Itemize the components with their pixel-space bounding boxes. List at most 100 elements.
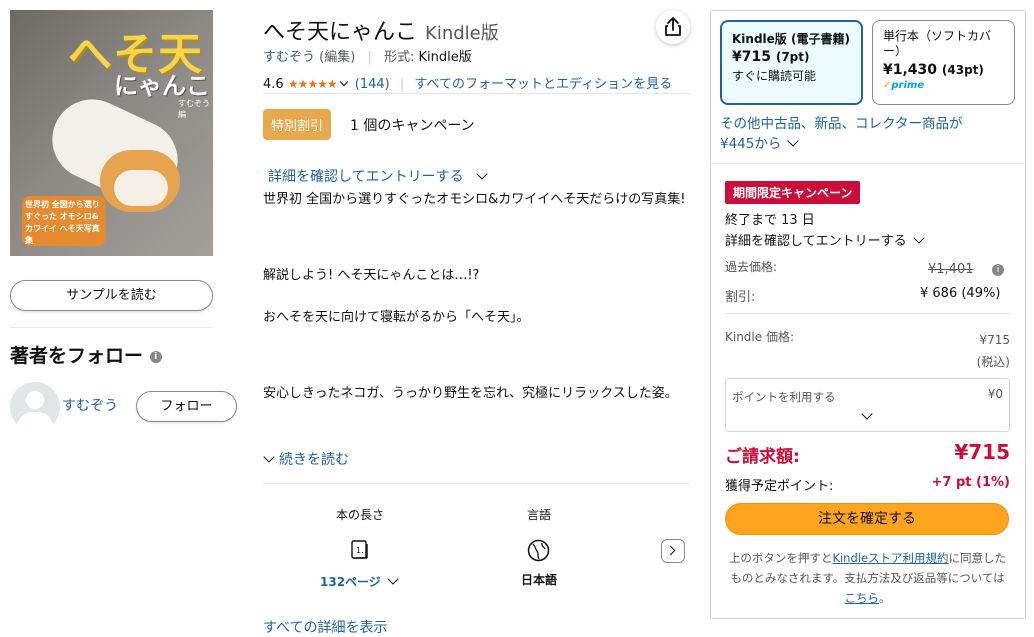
- kindle-price-label: Kindle 価格:: [725, 330, 795, 344]
- terms-text-1: 上のボタンを押すと: [728, 551, 833, 565]
- rating-separator: |: [399, 77, 405, 92]
- earn-points-label: 獲得予定ポイント:: [725, 479, 834, 494]
- attr-length-label: 本の長さ: [335, 508, 384, 522]
- kindle-terms-link[interactable]: Kindleストア利用規約: [832, 551, 948, 565]
- total-value: ¥715: [954, 440, 1010, 464]
- chevron-down-icon[interactable]: [339, 77, 348, 87]
- cover-author: すむぞう 編: [178, 99, 210, 119]
- byline-separator: |: [367, 50, 372, 65]
- campaign-count: 1 個のキャンペーン: [350, 118, 475, 134]
- info-icon[interactable]: i: [992, 264, 1004, 276]
- points-use-dropdown[interactable]: ポイントを利用する ¥0: [725, 378, 1010, 432]
- read-more-toggle[interactable]: 続きを読む: [263, 449, 349, 469]
- divider: [263, 483, 690, 484]
- points-use-label: ポイントを利用する: [732, 390, 836, 404]
- page-count-link[interactable]: 132ページ: [320, 575, 381, 589]
- tax-note: (税込): [976, 355, 1010, 369]
- terms-text-3: 。: [879, 591, 891, 605]
- kindle-price-value: ¥715: [979, 333, 1010, 347]
- discount-value: ¥ 686 (49%): [920, 286, 1001, 301]
- desc-paragraph: おへそを天に向けて寝転がるから「へそ天」。: [263, 310, 530, 325]
- avatar-head-shape: [26, 391, 44, 409]
- author-role: (編集): [319, 50, 356, 65]
- confirm-order-button[interactable]: 注文を確定する: [725, 503, 1009, 535]
- special-discount-tag: 特別割引: [263, 109, 332, 140]
- all-details-link[interactable]: すべての詳細を表示: [263, 617, 387, 637]
- byline: すむぞう (編集) | 形式: Kindle版: [263, 46, 472, 65]
- format-note: すぐに購読可能: [732, 69, 817, 83]
- cat-face-illustration: [114, 170, 168, 206]
- buybox-entry-toggle[interactable]: 詳細を確認してエントリーする: [725, 230, 925, 249]
- format-card-paperback[interactable]: 単行本（ソフトカバー） ¥1,430 (43pt) ✓prime: [872, 20, 1015, 105]
- format-price-row: ¥715 (7pt): [732, 49, 851, 65]
- divider: [711, 163, 1024, 164]
- chevron-down-icon: [912, 232, 925, 244]
- format-points: (43pt): [941, 63, 984, 77]
- divider: [263, 93, 690, 94]
- book-pages-icon: 1.: [351, 540, 369, 564]
- divider: [10, 327, 213, 328]
- format-card-kindle[interactable]: Kindle版 (電子書籍) ¥715 (7pt) すぐに購読可能: [720, 20, 863, 105]
- author-link[interactable]: すむぞう: [263, 50, 315, 65]
- attr-language-label: 言語: [526, 508, 551, 522]
- author-avatar[interactable]: [10, 382, 60, 432]
- title-text: へそ天にゃんこ: [263, 20, 418, 45]
- avatar-body-shape: [17, 412, 53, 432]
- globe-icon: [527, 539, 550, 566]
- past-price-value: ¥1,401: [928, 262, 974, 277]
- read-more-link[interactable]: 続きを読む: [279, 452, 349, 468]
- desc-spacer: [263, 210, 690, 265]
- desc-paragraph: 解説しよう! へそ天にゃんことは…!?: [263, 268, 480, 283]
- desc-spacer: [263, 328, 690, 383]
- all-formats-link[interactable]: すべてのフォーマットとエディションを見る: [414, 77, 672, 92]
- share-icon: [665, 17, 681, 36]
- title-format: Kindle版: [425, 23, 499, 44]
- chevron-down-icon: [263, 451, 275, 463]
- follow-author-heading: 著者をフォロー i: [10, 341, 162, 368]
- carousel-next-button[interactable]: [661, 539, 685, 563]
- review-count-link[interactable]: (144): [355, 77, 390, 92]
- total-label: ご請求額:: [725, 447, 800, 467]
- info-icon[interactable]: i: [149, 350, 162, 363]
- prime-badge-text: prime: [891, 80, 925, 91]
- read-sample-button[interactable]: サンプルを読む: [10, 280, 213, 311]
- attr-length-value[interactable]: 132ページ: [320, 573, 399, 590]
- rating-stars-icon[interactable]: ★★★★★: [288, 77, 338, 91]
- svg-text:1.: 1.: [356, 546, 364, 555]
- divider: [725, 313, 1010, 314]
- other-sellers[interactable]: その他中古品、新品、コレクター商品が ¥445から: [720, 114, 1010, 154]
- desc-paragraph: 安心しきったネコガ、うっかり野生を忘れ、究極にリラックスした姿。: [263, 386, 678, 401]
- earn-points-value: +7 pt (1%): [931, 475, 1010, 490]
- format-price: ¥715: [732, 49, 771, 65]
- past-price-label: 過去価格:: [725, 260, 778, 274]
- points-use-value: ¥0: [987, 387, 1003, 401]
- chevron-down-icon: [787, 135, 800, 147]
- share-button[interactable]: [656, 10, 690, 44]
- entry-details-link[interactable]: 詳細を確認してエントリーする: [268, 169, 464, 185]
- campaign-ends-in: 終了まで 13 日: [725, 213, 815, 228]
- returns-link[interactable]: こちら: [845, 591, 880, 605]
- desc-spacer: [263, 286, 690, 307]
- entry-details-toggle[interactable]: 詳細を確認してエントリーする: [268, 166, 488, 186]
- format-name: Kindle版 (電子書籍): [732, 32, 850, 46]
- terms-text: 上のボタンを押すとKindleストア利用規約に同意したものとみなされます。支払方…: [725, 548, 1010, 608]
- buybox-entry-label[interactable]: 詳細を確認してエントリーする: [725, 234, 907, 249]
- other-sellers-link[interactable]: その他中古品、新品、コレクター商品が: [720, 116, 962, 132]
- format-name: 単行本（ソフトカバー）: [883, 29, 992, 58]
- rating-value: 4.6: [263, 77, 284, 92]
- chevron-right-icon: [665, 545, 676, 556]
- follow-button[interactable]: フォロー: [136, 391, 237, 422]
- other-sellers-price[interactable]: ¥445から: [720, 136, 781, 152]
- book-cover-image[interactable]: へそ天 にゃんこ すむぞう 編 世界初 全国から選りすぐった オモシロ&カワイイ…: [10, 10, 213, 256]
- desc-paragraph: 世界初 全国から選りすぐったオモシロ&カワイイへそ天だらけの写真集!: [263, 192, 686, 207]
- chevron-down-icon: [387, 573, 399, 585]
- attr-language-value: 日本語: [520, 573, 557, 587]
- format-points: (7pt): [775, 50, 810, 64]
- author-name-link[interactable]: すむぞう: [62, 395, 118, 415]
- rating-row: 4.6 ★★★★★ (144) | すべてのフォーマットとエディションを見る: [263, 73, 672, 92]
- follow-heading-text: 著者をフォロー: [10, 345, 144, 367]
- format-price-row: ¥1,430 (43pt): [883, 62, 1004, 78]
- limited-campaign-tag: 期間限定キャンペーン: [725, 181, 861, 204]
- chevron-down-icon: [861, 408, 873, 420]
- product-description: 世界初 全国から選りすぐったオモシロ&カワイイへそ天だらけの写真集! 解説しよう…: [263, 189, 690, 444]
